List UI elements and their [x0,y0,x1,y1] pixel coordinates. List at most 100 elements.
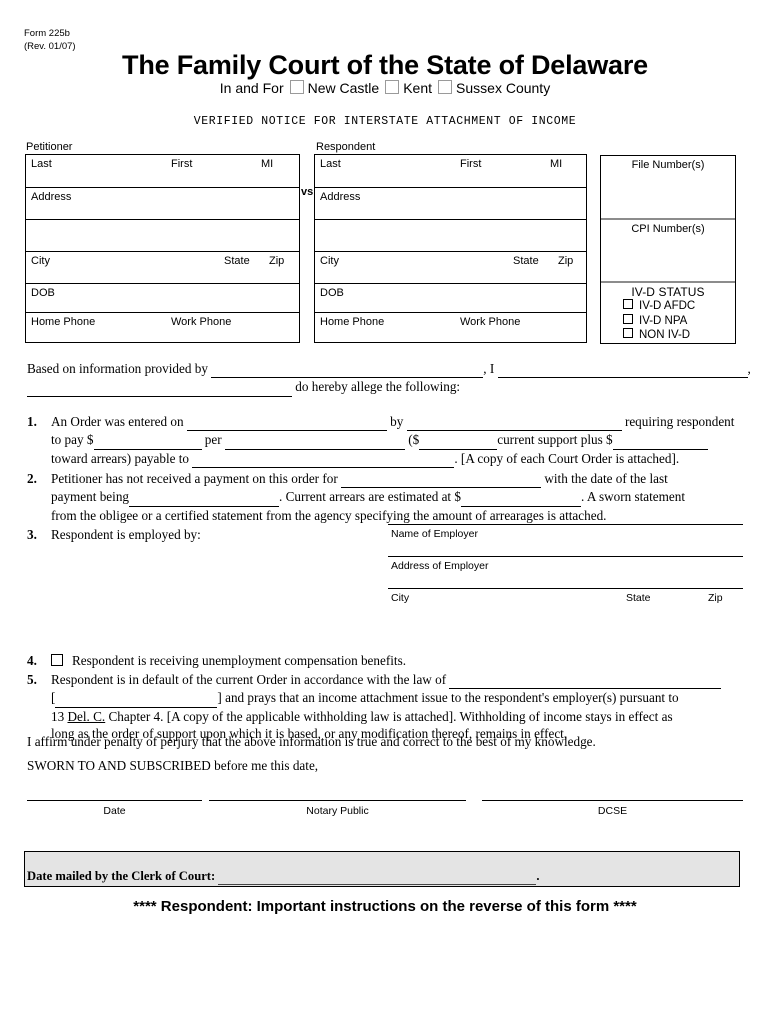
clerk-mailed-trailing: . [536,869,540,883]
item-5-line-2: [ ] and prays that an income attachment … [51,689,743,708]
petitioner-name-row[interactable]: Last First MI [26,155,299,188]
ivd-status-title: IV-D STATUS [631,285,705,299]
form-number: Form 225b [24,28,70,39]
item-1-text-d: to pay $ [51,432,94,448]
clerk-mailed-line: Date mailed by the Clerk of Court: . [27,869,540,885]
blank-order-date[interactable] [186,413,387,432]
respondent-notice: **** Respondent: Important instructions … [133,898,637,915]
item-5-text-f: Chapter 4. [A copy of the applicable wit… [108,708,673,724]
blank-payment-amount[interactable] [93,431,202,450]
intro-text-2: do hereby allege the following: [295,379,461,395]
blank-payment-frequency[interactable] [224,431,405,450]
blank-information-provider[interactable] [211,360,484,379]
petitioner-work-phone-label: Work Phone [171,316,232,328]
blank-arrears-amount[interactable] [612,431,708,450]
respondent-address-row-2[interactable] [315,220,586,252]
item-1-text-e: per [204,432,222,448]
respondent-dob-row[interactable]: DOB [315,284,586,313]
county-label-kent: Kent [403,80,433,96]
affirmation-line-2: SWORN TO AND SUBSCRIBED before me this d… [27,758,319,773]
item-2-text-b: with the date of the last [544,471,668,487]
checkbox-ivd-afdc[interactable]: IV-D AFDC [601,299,735,314]
item-1-line-1: An Order was entered on by requiring res… [51,413,743,432]
signature-block: Date Notary Public DCSE [27,800,743,830]
respondent-address-row[interactable]: Address [315,188,586,220]
respondent-city-row[interactable]: City State Zip [315,252,586,284]
item-1-text-f: ($ [408,432,420,448]
respondent-name-row[interactable]: Last First MI [315,155,586,188]
blank-order-court[interactable] [406,413,622,432]
employer-zip-label: Zip [708,592,723,604]
blank-nonpayment-period[interactable] [341,470,542,489]
allegation-item-4: 4. Respondent is receiving unemployment … [27,652,743,669]
checkbox-ivd-npa[interactable]: IV-D NPA [601,313,735,329]
checkbox-county-new-castle[interactable] [289,80,304,94]
respondent-home-phone-label: Home Phone [320,316,385,328]
checkbox-non-ivd[interactable]: NON IV-D [601,328,735,343]
item-1-text-a: An Order was entered on [51,413,184,429]
clerk-mailed-label: Date mailed by the Clerk of Court: [27,869,216,883]
respondent-mi-label: MI [550,158,563,170]
blank-clerk-mail-date[interactable] [218,869,537,885]
blank-estimated-arrears[interactable] [461,488,581,507]
checkbox-county-kent[interactable] [385,80,400,94]
blank-payable-to[interactable] [192,450,455,469]
checkbox-county-sussex[interactable] [438,80,453,94]
checkbox-square-icon [623,328,633,338]
employer-state-label: State [626,592,651,604]
ivd-afdc-label: IV-D AFDC [639,300,696,312]
petitioner-home-phone-label: Home Phone [31,316,96,328]
item-2-line-3: from the obligee or a certified statemen… [51,507,743,524]
item-2-number: 2. [27,471,37,487]
blank-affiant-title[interactable] [27,378,292,397]
petitioner-first-label: First [171,158,193,170]
petitioner-table: Last First MI Address City State Zip DOB… [25,154,300,343]
versus-separator: vs [301,186,314,198]
employer-block: Name of Employer Address of Employer Cit… [388,524,743,620]
respondent-phone-row[interactable]: Home Phone Work Phone [315,313,586,344]
item-4-line: Respondent is receiving unemployment com… [51,652,743,669]
item-5-text-c: ] and prays that an income attachment is… [217,690,679,706]
non-ivd-label: NON IV-D [639,329,691,341]
intro-line-2: do hereby allege the following: [27,378,743,397]
item-3-number: 3. [27,527,37,543]
blank-current-support[interactable] [419,431,498,450]
respondent-address-label: Address [320,191,361,203]
in-and-for-label: In and For [219,80,284,96]
item-1-text-i: . [A copy of each Court Order is attache… [454,450,680,466]
signature-dcse[interactable]: DCSE [482,800,743,817]
file-number-label: File Number(s) [631,159,705,171]
blank-statute-citation[interactable] [55,689,218,708]
form-page: Form 225b (Rev. 01/07) The Family Court … [0,0,770,1024]
petitioner-address-row-2[interactable] [26,220,299,252]
petitioner-address-row[interactable]: Address [26,188,299,220]
checkbox-square-icon [623,313,633,324]
petitioner-dob-row[interactable]: DOB [26,284,299,313]
employer-address-row[interactable]: Address of Employer [388,556,743,588]
petitioner-phone-row[interactable]: Home Phone Work Phone [26,313,299,344]
employer-name-row[interactable]: Name of Employer [388,524,743,556]
cpi-number-box[interactable]: CPI Number(s) [601,220,735,283]
petitioner-address-label: Address [31,191,72,203]
item-2-text-e: . A sworn statement [581,489,686,505]
item-1-text-c: requiring respondent [624,413,735,429]
signature-notary-public[interactable]: Notary Public [209,800,466,817]
signature-date[interactable]: Date [27,800,202,817]
blank-affiant-name[interactable] [497,360,748,379]
county-label-new-castle: New Castle [307,80,380,96]
blank-last-payment-date[interactable] [129,488,280,507]
respondent-label: Respondent [316,141,376,153]
item-2-text-d: . Current arrears are estimated at $ [279,489,461,505]
checkbox-unemployment-benefits[interactable] [51,653,63,666]
blank-governing-law[interactable] [449,671,722,690]
file-number-box[interactable]: File Number(s) [601,156,735,220]
employer-city-row[interactable]: City State Zip [388,588,743,620]
form-subtitle: VERIFIED NOTICE FOR INTERSTATE ATTACHMEN… [193,115,577,128]
page-title: The Family Court of the State of Delawar… [122,50,648,80]
county-selection-line: In and For New Castle Kent Sussex County [0,80,770,96]
ivd-status-box: IV-D STATUS IV-D AFDC IV-D NPA NON IV-D [601,283,735,341]
respondent-zip-label: Zip [558,255,574,267]
petitioner-city-row[interactable]: City State Zip [26,252,299,284]
intro-text-a: Based on information provided by [27,361,208,376]
statute-code-reference: Del. C. [67,708,106,724]
